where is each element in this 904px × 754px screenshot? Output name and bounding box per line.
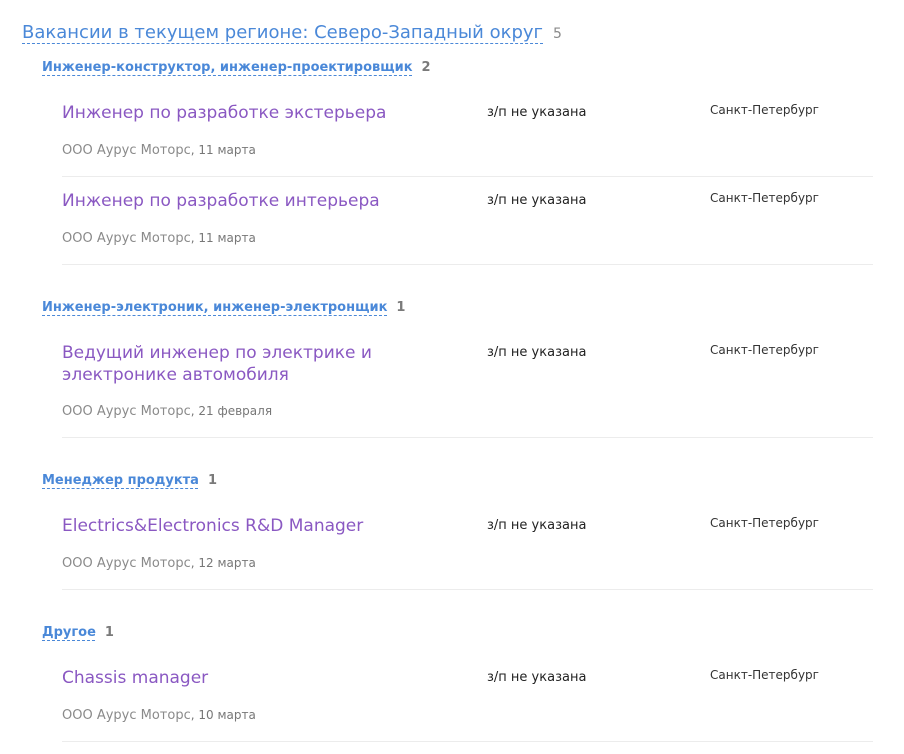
vacancy-salary: з/п не указана <box>487 518 587 533</box>
group-title-link[interactable]: Инженер-электроник, инженер-электронщик <box>42 300 387 315</box>
vacancy-title-link[interactable]: Electrics&Electronics R&D Manager <box>62 515 422 537</box>
vacancy-company: ООО Аурус Моторс <box>62 708 191 723</box>
vacancy-date: , 11 марта <box>190 143 256 157</box>
group-header-other: Другое 1 <box>42 625 114 640</box>
vacancy-city: Санкт-Петербург <box>710 103 819 117</box>
group-count: 1 <box>396 300 406 315</box>
vacancy-company: ООО Аурус Моторс <box>62 231 191 246</box>
vacancies-page: Вакансии в текущем регионе: Северо-Запад… <box>0 0 904 754</box>
vacancy-city: Санкт-Петербург <box>710 191 819 205</box>
vacancy-company: ООО Аурус Моторс <box>62 556 191 571</box>
vacancy-salary: з/п не указана <box>487 105 587 120</box>
group-header-engineer-designer: Инженер-конструктор, инженер-проектировщ… <box>42 60 431 75</box>
vacancy-meta: ООО Аурус Моторс, 11 марта <box>62 143 256 158</box>
vacancy-title-link[interactable]: Chassis manager <box>62 667 422 689</box>
vacancy-meta: ООО Аурус Моторс, 21 февраля <box>62 404 272 419</box>
vacancy-meta: ООО Аурус Моторс, 11 марта <box>62 231 256 246</box>
vacancy-meta: ООО Аурус Моторс, 10 марта <box>62 708 256 723</box>
vacancy-item: Chassis manager з/п не указана Санкт-Пет… <box>62 667 873 742</box>
group-title-link[interactable]: Другое <box>42 625 96 640</box>
group-header-electronics-engineer: Инженер-электроник, инженер-электронщик … <box>42 300 405 315</box>
group-title-link[interactable]: Инженер-конструктор, инженер-проектировщ… <box>42 60 413 75</box>
vacancy-date: , 11 марта <box>190 231 256 245</box>
vacancy-item: Инженер по разработке интерьера з/п не у… <box>62 190 873 265</box>
group-count: 2 <box>421 60 431 75</box>
vacancy-salary: з/п не указана <box>487 345 587 360</box>
vacancy-date: , 12 марта <box>190 556 256 570</box>
group-title-link[interactable]: Менеджер продукта <box>42 473 199 488</box>
region-header: Вакансии в текущем регионе: Северо-Запад… <box>22 22 562 46</box>
group-count: 1 <box>207 473 218 488</box>
vacancy-meta: ООО Аурус Моторс, 12 марта <box>62 556 256 571</box>
vacancy-item: Инженер по разработке экстерьера з/п не … <box>62 102 873 177</box>
vacancy-salary: з/п не указана <box>487 193 587 208</box>
vacancy-company: ООО Аурус Моторс <box>62 143 191 158</box>
vacancy-city: Санкт-Петербург <box>710 516 819 530</box>
vacancy-item: Electrics&Electronics R&D Manager з/п не… <box>62 515 873 590</box>
vacancy-item: Ведущий инженер по электрике и электрони… <box>62 342 873 438</box>
group-count: 1 <box>104 625 114 640</box>
group-header-product-manager: Менеджер продукта 1 <box>42 473 217 488</box>
vacancy-company: ООО Аурус Моторс <box>62 404 191 419</box>
vacancy-salary: з/п не указана <box>487 670 587 685</box>
vacancy-date: , 10 марта <box>190 708 256 722</box>
region-title-link[interactable]: Вакансии в текущем регионе: Северо-Запад… <box>22 22 543 43</box>
region-count: 5 <box>553 26 562 42</box>
vacancy-city: Санкт-Петербург <box>710 343 819 357</box>
vacancy-city: Санкт-Петербург <box>710 668 819 682</box>
vacancy-title-link[interactable]: Инженер по разработке экстерьера <box>62 102 422 124</box>
vacancy-title-link[interactable]: Инженер по разработке интерьера <box>62 190 422 212</box>
vacancy-title-link[interactable]: Ведущий инженер по электрике и электрони… <box>62 342 422 386</box>
vacancy-date: , 21 февраля <box>190 404 273 418</box>
